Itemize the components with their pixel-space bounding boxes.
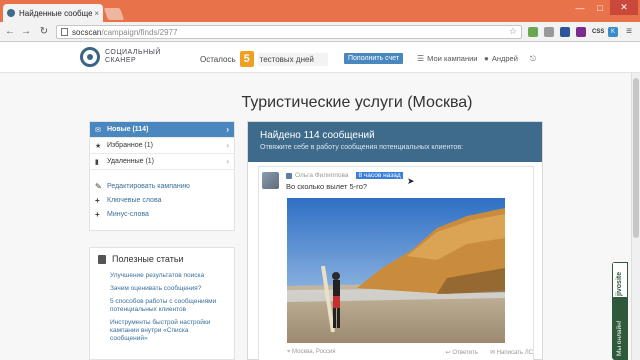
- results-panel: Найдено 114 сообщений Отвяжите себе в ра…: [247, 121, 543, 360]
- filter-label: Удаленные (1): [107, 158, 155, 165]
- useful-articles: Полезные статьи Улучшение результатов по…: [89, 247, 235, 360]
- browser-tabbar: Найденные сообщения × — □ ✕: [0, 0, 640, 22]
- extension-icon[interactable]: [528, 27, 538, 37]
- new-tab-button[interactable]: [103, 8, 125, 20]
- jivosite-logo: jivosite: [612, 262, 628, 298]
- page-title: Туристические услуги (Москва): [241, 94, 473, 111]
- bookmark-icon: ▮: [95, 158, 99, 166]
- pencil-icon: ✎: [95, 181, 102, 191]
- chevron-right-icon: ›: [226, 157, 229, 166]
- forward-arrow-icon[interactable]: →: [20, 26, 32, 38]
- css-extension-icon[interactable]: CSS: [592, 27, 604, 37]
- results-title: Найдено 114 сообщений: [260, 130, 375, 141]
- minus-words-link[interactable]: + Минус-слова: [90, 207, 234, 221]
- post-meta: Ольга Филиппова 8 часов назад: [286, 172, 403, 179]
- user-name: Андрей: [491, 54, 518, 63]
- filter-label: Избранное (1): [107, 142, 153, 149]
- article-link[interactable]: Инструменты быстрой настройки кампании в…: [98, 319, 226, 343]
- post-time[interactable]: 8 часов назад: [356, 172, 403, 179]
- url-host: socscan: [72, 27, 102, 37]
- site-header: СОЦИАЛЬНЫЙ СКАНЕР Осталось 5 тестовых дн…: [0, 43, 640, 73]
- user-menu[interactable]: ● Андрей: [484, 54, 518, 63]
- envelope-icon: ✉: [95, 126, 101, 134]
- my-campaigns-label: Мои кампании: [427, 54, 478, 63]
- article-link[interactable]: Зачем оценивать сообщения?: [98, 285, 226, 293]
- extension-icon[interactable]: [576, 27, 586, 37]
- post-text: Во сколько вылет 5-го?: [286, 182, 368, 191]
- post-photo[interactable]: [287, 198, 505, 343]
- action-label: Редактировать кампанию: [107, 182, 190, 190]
- keywords-link[interactable]: + Ключевые слова: [90, 193, 234, 207]
- reload-icon[interactable]: ↻: [38, 26, 50, 38]
- action-label: Ключевые слова: [107, 196, 162, 204]
- browser-tab[interactable]: Найденные сообщения ×: [3, 4, 103, 22]
- trial-suffix: тестовых дней: [257, 52, 328, 66]
- plus-icon: +: [95, 195, 100, 205]
- site-favicon-icon: [7, 9, 15, 17]
- page-scrollbar[interactable]: [631, 73, 640, 360]
- action-label: Минус-слова: [107, 210, 149, 218]
- window-close-button[interactable]: ✕: [610, 0, 638, 15]
- back-arrow-icon[interactable]: ←: [4, 26, 16, 38]
- window-minimize-button[interactable]: —: [570, 0, 590, 15]
- online-chat-widget[interactable]: jivosite Мы онлайн!: [612, 262, 628, 360]
- mouse-cursor-icon: ➤: [407, 176, 415, 186]
- edit-campaign-link[interactable]: ✎ Редактировать кампанию: [90, 179, 234, 193]
- chat-widget-label: Мы онлайн!: [616, 320, 623, 356]
- book-icon: [98, 254, 106, 264]
- chevron-right-icon: ›: [226, 125, 229, 134]
- list-icon: ☰: [417, 54, 425, 63]
- post-location: ⌖ Москва, Россия: [287, 349, 336, 355]
- topup-button[interactable]: Пополнить счет: [344, 53, 404, 64]
- logo-mark-icon: [80, 47, 100, 67]
- k-extension-icon[interactable]: K: [608, 27, 618, 37]
- tab-close-icon[interactable]: ×: [94, 9, 99, 18]
- author-link[interactable]: Ольга Филиппова: [295, 172, 348, 179]
- results-header: Найдено 114 сообщений Отвяжите себе в ра…: [248, 122, 542, 162]
- results-subtitle: Отвяжите себе в работу сообщения потенци…: [260, 144, 463, 151]
- filter-favorites[interactable]: ★ Избранное (1) ›: [90, 138, 234, 154]
- chevron-right-icon: ›: [226, 141, 229, 150]
- logout-icon[interactable]: ⎋: [530, 54, 536, 64]
- logo-line-1: СОЦИАЛЬНЫЙ: [105, 49, 161, 56]
- plus-icon: +: [95, 209, 100, 219]
- window-maximize-button[interactable]: □: [590, 0, 610, 15]
- send-dm-link[interactable]: ✉ Написать ЛС: [490, 349, 533, 356]
- filter-deleted[interactable]: ▮ Удаленные (1) ›: [90, 154, 234, 170]
- my-campaigns-link[interactable]: ☰ Мои кампании: [417, 54, 477, 63]
- address-bar[interactable]: socscan/campaign/finds/2977 ☆: [56, 25, 522, 39]
- reply-link[interactable]: ↩ Ответить: [446, 349, 478, 356]
- filter-panel: ✉ Новые (114) › ★ Избранное (1) › ▮ Удал…: [89, 121, 235, 231]
- browser-menu-icon[interactable]: ≡: [624, 27, 634, 37]
- logo-line-2: СКАНЕР: [105, 57, 137, 64]
- trial-prefix: Осталось: [200, 54, 236, 64]
- extension-icon[interactable]: [560, 27, 570, 37]
- message-card: Ольга Филиппова 8 часов назад ➤ Во сколь…: [258, 166, 534, 360]
- bookmark-star-icon[interactable]: ☆: [509, 26, 517, 37]
- filter-new[interactable]: ✉ Новые (114) ›: [90, 122, 234, 138]
- filter-label: Новые (114): [107, 126, 149, 133]
- articles-title: Полезные статьи: [112, 254, 184, 264]
- user-icon: ●: [484, 54, 489, 63]
- avatar[interactable]: [262, 172, 279, 189]
- extension-icon[interactable]: [544, 27, 554, 37]
- mail-icon: ✉: [490, 350, 497, 356]
- star-icon: ★: [95, 142, 102, 150]
- trial-days-badge: 5: [239, 51, 254, 67]
- tab-title: Найденные сообщения: [19, 8, 93, 18]
- browser-toolbar: ← → ↻ socscan/campaign/finds/2977 ☆ CSS …: [0, 22, 640, 42]
- beach-photo: [287, 198, 505, 343]
- trial-status: Осталось 5 тестовых дней: [200, 51, 328, 67]
- articles-heading: Полезные статьи: [98, 254, 226, 264]
- post-footer: ⌖ Москва, Россия ↩ Ответить ✉ Написать Л…: [287, 349, 533, 356]
- vk-icon: [286, 172, 292, 179]
- article-link[interactable]: Улучшение результатов поиска: [98, 272, 226, 280]
- scrollbar-thumb[interactable]: [633, 78, 639, 238]
- article-link[interactable]: 5 способов работы с сообщениями потенциа…: [98, 298, 226, 314]
- url-path: /campaign/finds/2977: [101, 27, 178, 37]
- page-icon: [61, 28, 68, 36]
- site-logo[interactable]: СОЦИАЛЬНЫЙ СКАНЕР: [80, 47, 161, 67]
